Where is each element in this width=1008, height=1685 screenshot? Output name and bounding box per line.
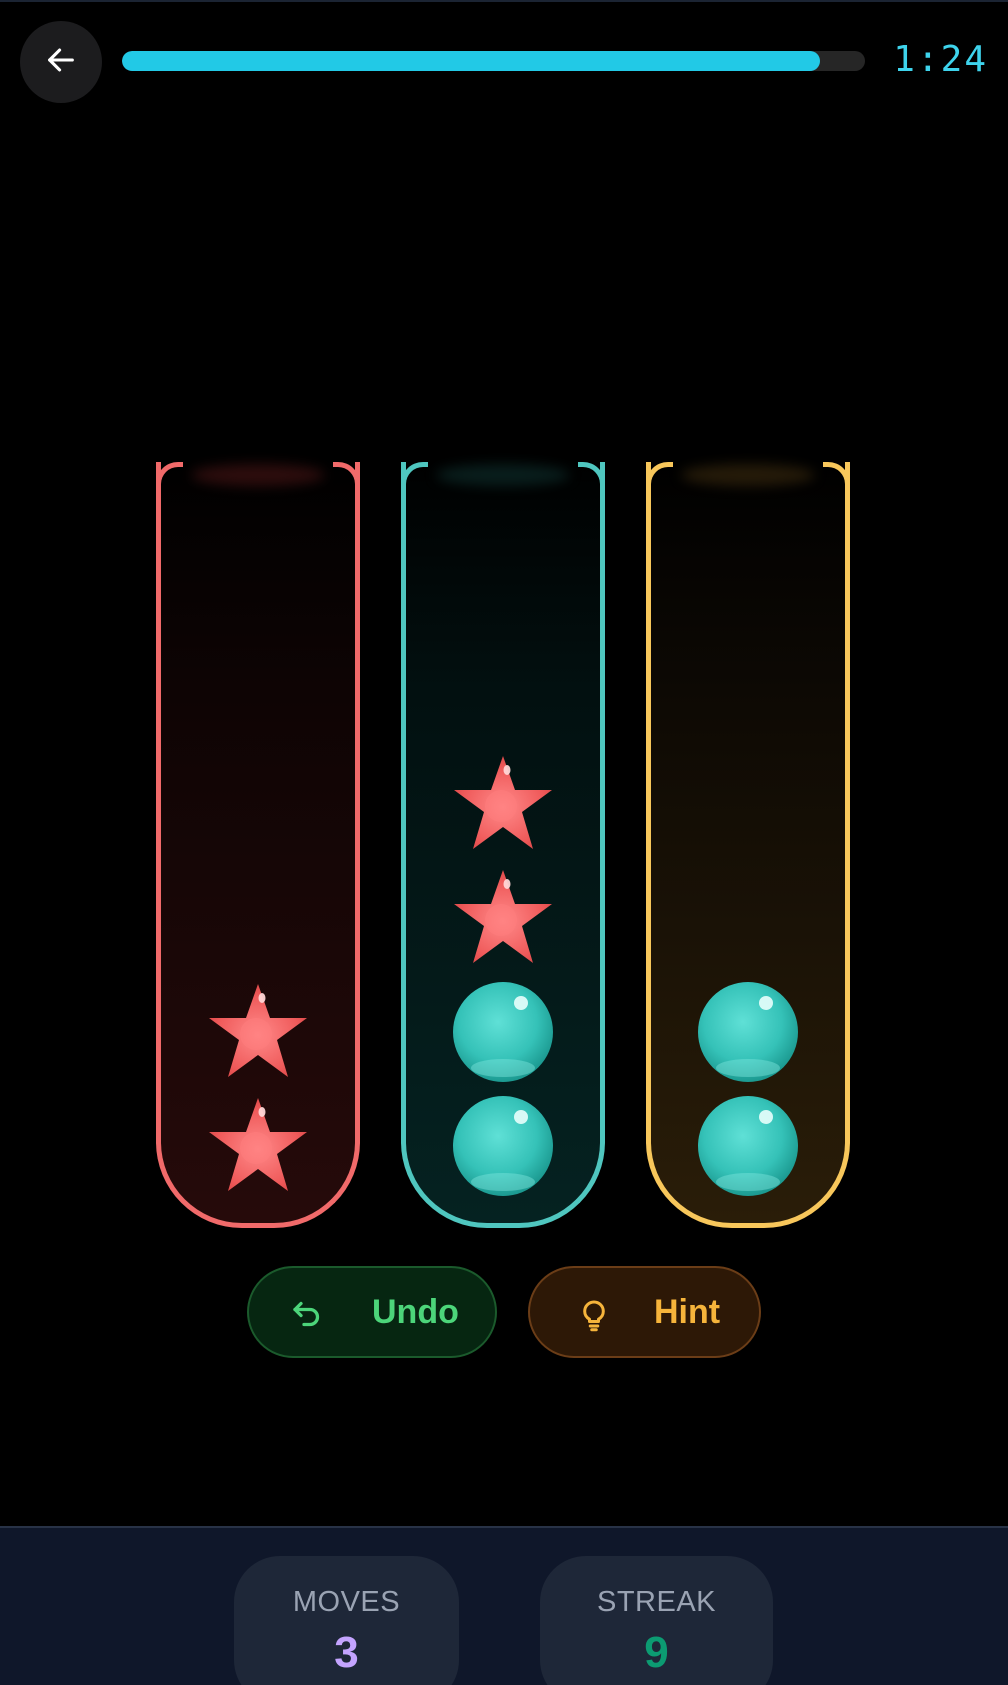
undo-icon	[289, 1296, 325, 1332]
red-star-piece	[206, 980, 310, 1084]
time-progress-fill	[122, 51, 821, 71]
status-divider	[0, 0, 1008, 2]
hint-button[interactable]: Hint	[528, 1266, 761, 1358]
teal-ball-piece	[696, 980, 800, 1084]
teal-ball-piece	[451, 980, 555, 1084]
lightbulb-icon	[576, 1296, 612, 1332]
red-star-piece	[451, 752, 555, 856]
red-star-piece	[206, 1094, 310, 1198]
timer: 1:24	[893, 39, 988, 80]
red-star-piece	[451, 866, 555, 970]
time-progress-bar	[122, 51, 865, 71]
streak-value: 9	[644, 1628, 669, 1677]
tube-teal[interactable]	[401, 462, 605, 1228]
tube-red[interactable]	[156, 462, 360, 1228]
moves-value: 3	[334, 1628, 359, 1677]
moves-label: MOVES	[292, 1586, 401, 1618]
teal-ball-piece	[696, 1094, 800, 1198]
stats-footer: MOVES 3 STREAK 9	[0, 1526, 1008, 1685]
teal-ball-piece	[451, 1094, 555, 1198]
back-button[interactable]	[20, 21, 102, 103]
streak-label: STREAK	[596, 1586, 717, 1618]
arrow-left-icon	[44, 43, 78, 82]
undo-label: Undo	[372, 1293, 459, 1331]
moves-stat: MOVES 3	[234, 1556, 459, 1685]
game-screen: 1:24 Undo Hint MOVES 3 STREAK 9	[0, 0, 1008, 1685]
hint-label: Hint	[654, 1293, 721, 1331]
undo-button[interactable]: Undo	[247, 1266, 497, 1358]
tube-yellow[interactable]	[646, 462, 850, 1228]
streak-stat: STREAK 9	[540, 1556, 773, 1685]
